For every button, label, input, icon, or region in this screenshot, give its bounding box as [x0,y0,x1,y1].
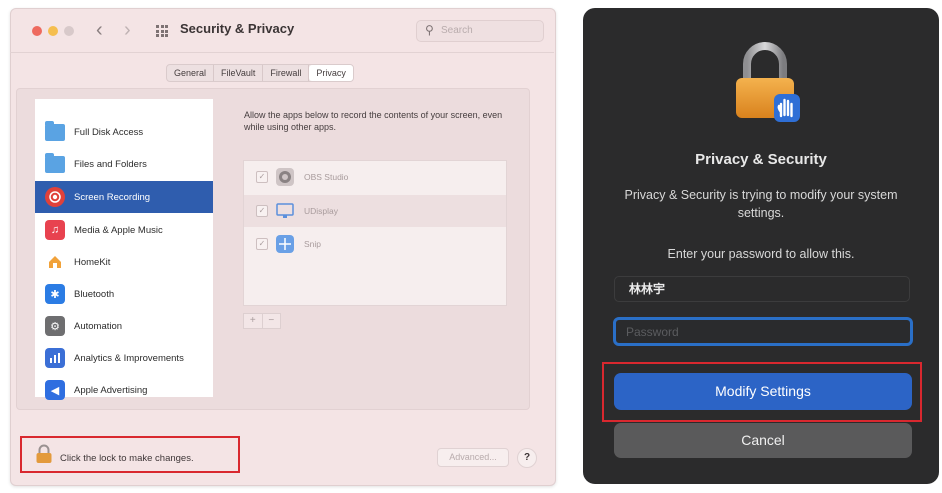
screen-recording-description: Allow the apps below to record the conte… [244,110,503,132]
search-placeholder: Search [441,25,473,36]
music-icon: ♫ [45,220,65,240]
dialog-title: Privacy & Security [695,151,827,168]
home-icon [45,252,65,272]
tab-filevault[interactable]: FileVault [214,65,264,81]
folder-icon [45,120,65,142]
dialog-message: Privacy & Security is trying to modify y… [624,188,898,220]
modify-settings-button[interactable]: Modify Settings [614,373,912,410]
sidebar-item-label: Files and Folders [74,158,147,170]
sidebar-item-homekit[interactable]: HomeKit [35,246,213,278]
app-row-snip[interactable]: ✓ Snip [244,228,506,260]
checkbox-udisplay[interactable]: ✓ [256,205,268,217]
lock-icon[interactable] [35,444,53,464]
add-remove-control: + − [243,313,281,329]
bluetooth-icon: ✱ [45,284,65,304]
username-field[interactable]: 林林宇 [614,276,910,302]
back-chevron-icon[interactable]: ‹ [96,18,103,42]
sidebar-item-label: Bluetooth [74,288,115,300]
folder-icon [45,152,65,174]
help-button[interactable]: ? [517,448,537,468]
checkbox-obs-studio[interactable]: ✓ [256,171,268,183]
sidebar-item-label: Media & Apple Music [74,224,163,236]
analytics-icon [45,348,65,368]
window-title: Security & Privacy [180,21,295,36]
advanced-button[interactable]: Advanced... [437,448,509,467]
remove-app-button[interactable]: − [263,314,281,328]
app-row-udisplay[interactable]: ✓ UDisplay [244,195,506,227]
forward-chevron-icon[interactable]: › [124,18,131,42]
dialog-prompt: Enter your password to allow this. [667,247,855,261]
minimize-window-button[interactable] [48,26,58,36]
lock-status-text[interactable]: Click the lock to make changes. [60,453,194,464]
cancel-button[interactable]: Cancel [614,423,912,458]
checkbox-snip[interactable]: ✓ [256,238,268,250]
tab-bar: General FileVault Firewall Privacy [166,64,354,82]
screen-recording-icon [45,187,65,207]
app-name: OBS Studio [304,172,349,182]
app-row-obs-studio[interactable]: ✓ OBS Studio [244,161,506,193]
app-name: UDisplay [304,206,339,216]
udisplay-icon [276,202,294,220]
obs-studio-icon [276,168,294,186]
sidebar-item-label: Screen Recording [74,191,151,203]
megaphone-icon: ◀ [45,380,65,400]
window-titlebar: ‹ › Security & Privacy ⚲ Search [10,8,554,53]
sidebar-item-label: HomeKit [74,256,111,268]
padlock-hand-icon [736,42,800,122]
sidebar-item-label: Apple Advertising [74,384,148,396]
search-field[interactable]: ⚲ Search [416,20,544,42]
close-window-button[interactable] [32,26,42,36]
sidebar-item-label: Full Disk Access [74,126,144,138]
snip-icon [276,235,294,253]
show-all-grid-icon[interactable] [156,25,168,37]
sidebar-item-label: Automation [74,320,123,332]
tab-firewall[interactable]: Firewall [263,65,310,81]
search-icon: ⚲ [425,23,434,37]
privacy-sidebar: Full Disk Access Files and Folders Scree… [35,99,213,400]
sidebar-item-label: Analytics & Improvements [74,352,184,364]
sidebar-item-media-apple-music[interactable]: ♫ Media & Apple Music [35,214,213,246]
sidebar-item-full-disk-access[interactable]: Full Disk Access [35,116,213,148]
tab-general[interactable]: General [167,65,215,81]
add-app-button[interactable]: + [244,314,263,328]
gear-icon: ⚙ [45,316,65,336]
app-list: ✓ OBS Studio ✓ UDisplay ✓ Snip [243,160,507,306]
sidebar-item-files-and-folders[interactable]: Files and Folders [35,148,213,180]
app-name: Snip [304,239,322,249]
tab-privacy[interactable]: Privacy [309,65,353,81]
sidebar-item-screen-recording[interactable]: Screen Recording [35,181,213,213]
sidebar-item-automation[interactable]: ⚙ Automation [35,310,213,342]
sidebar-item-analytics[interactable]: Analytics & Improvements [35,342,213,374]
sidebar-item-bluetooth[interactable]: ✱ Bluetooth [35,278,213,310]
zoom-window-button[interactable] [64,26,74,36]
sidebar-item-apple-advertising[interactable]: ◀ Apple Advertising [35,374,213,406]
password-field[interactable] [613,317,913,346]
